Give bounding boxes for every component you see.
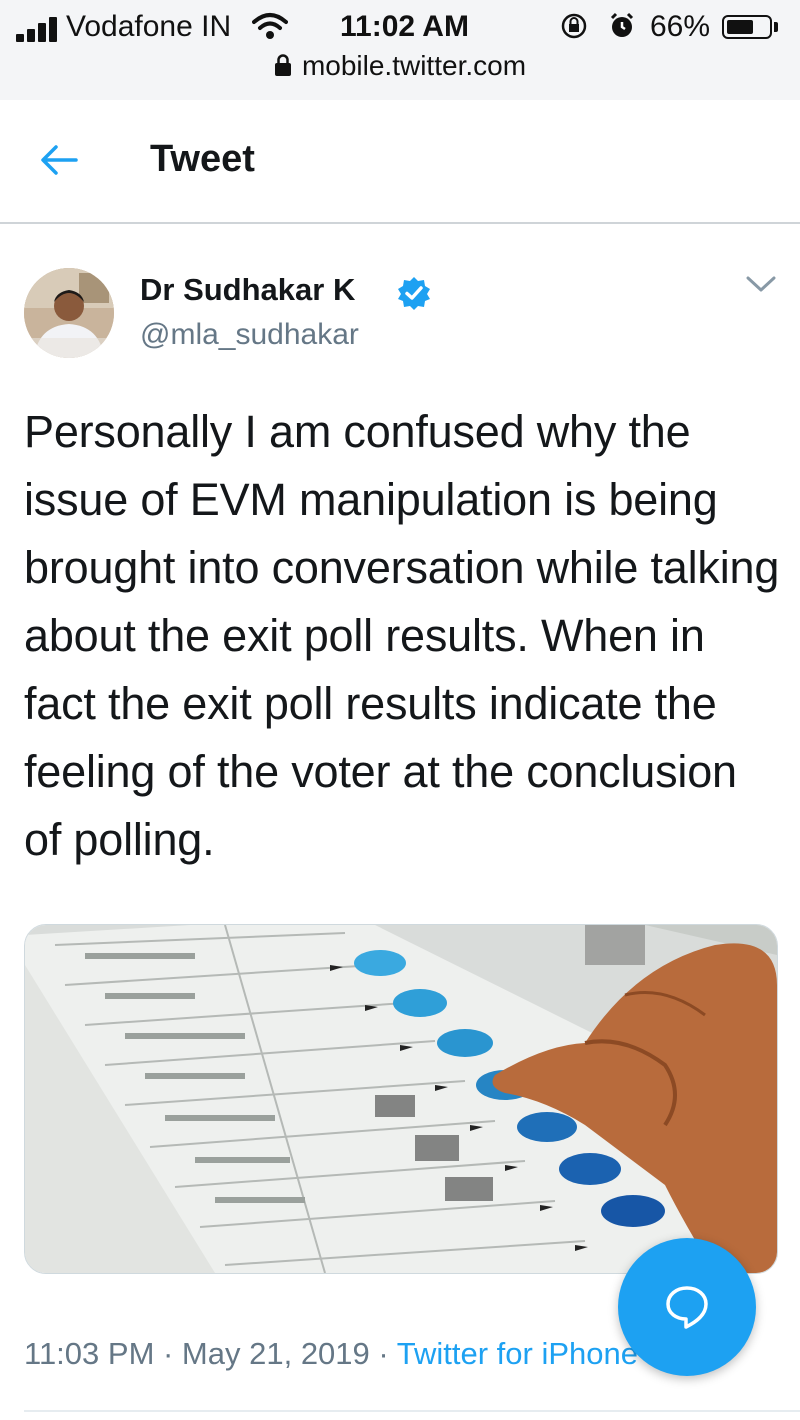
chevron-down-icon[interactable]: [744, 272, 778, 296]
divider: [24, 1410, 800, 1412]
page-title: Tweet: [150, 138, 255, 180]
avatar-photo: [24, 268, 114, 358]
reply-fab-button[interactable]: [618, 1238, 756, 1376]
tweet-source-link[interactable]: Twitter for iPhone: [397, 1336, 638, 1371]
battery-level-fill: [727, 20, 753, 34]
tweet-text: Personally I am confused why the issue o…: [24, 406, 780, 865]
address-bar[interactable]: mobile.twitter.com: [0, 50, 800, 90]
carrier-name: Vodafone IN: [66, 10, 232, 43]
alarm-icon: [610, 12, 634, 37]
rotation-lock-icon: [561, 13, 587, 39]
status-time: 11:02 AM: [340, 10, 469, 43]
browser-status-bar: Vodafone IN 11:02 AM 66% mobile.twitter.…: [0, 0, 800, 101]
battery-icon: [722, 15, 772, 39]
timestamp-text: 11:03 PM · May 21, 2019 ·: [24, 1336, 397, 1371]
page-header: Tweet: [0, 100, 800, 224]
verified-badge-icon: [398, 277, 430, 310]
cellular-signal-icon: [16, 16, 62, 42]
padlock-icon: [274, 53, 291, 76]
avatar[interactable]: [24, 268, 114, 358]
battery-nub: [774, 22, 778, 32]
battery-percent: 66%: [650, 10, 711, 43]
reply-bubble-icon: [666, 1286, 708, 1329]
url-text: mobile.twitter.com: [301, 50, 527, 81]
author-handle[interactable]: @mla_sudhakar: [140, 318, 359, 352]
tweet-media-image[interactable]: [24, 924, 778, 1274]
author-name[interactable]: Dr Sudhakar K: [140, 272, 355, 308]
wifi-icon: [252, 13, 288, 39]
arrow-left-icon[interactable]: [36, 140, 82, 180]
ios-status-row: Vodafone IN 11:02 AM 66%: [0, 6, 800, 48]
tweet-timestamp: 11:03 PM · May 21, 2019 · Twitter for iP…: [24, 1336, 638, 1372]
evm-photo: [25, 925, 777, 1273]
